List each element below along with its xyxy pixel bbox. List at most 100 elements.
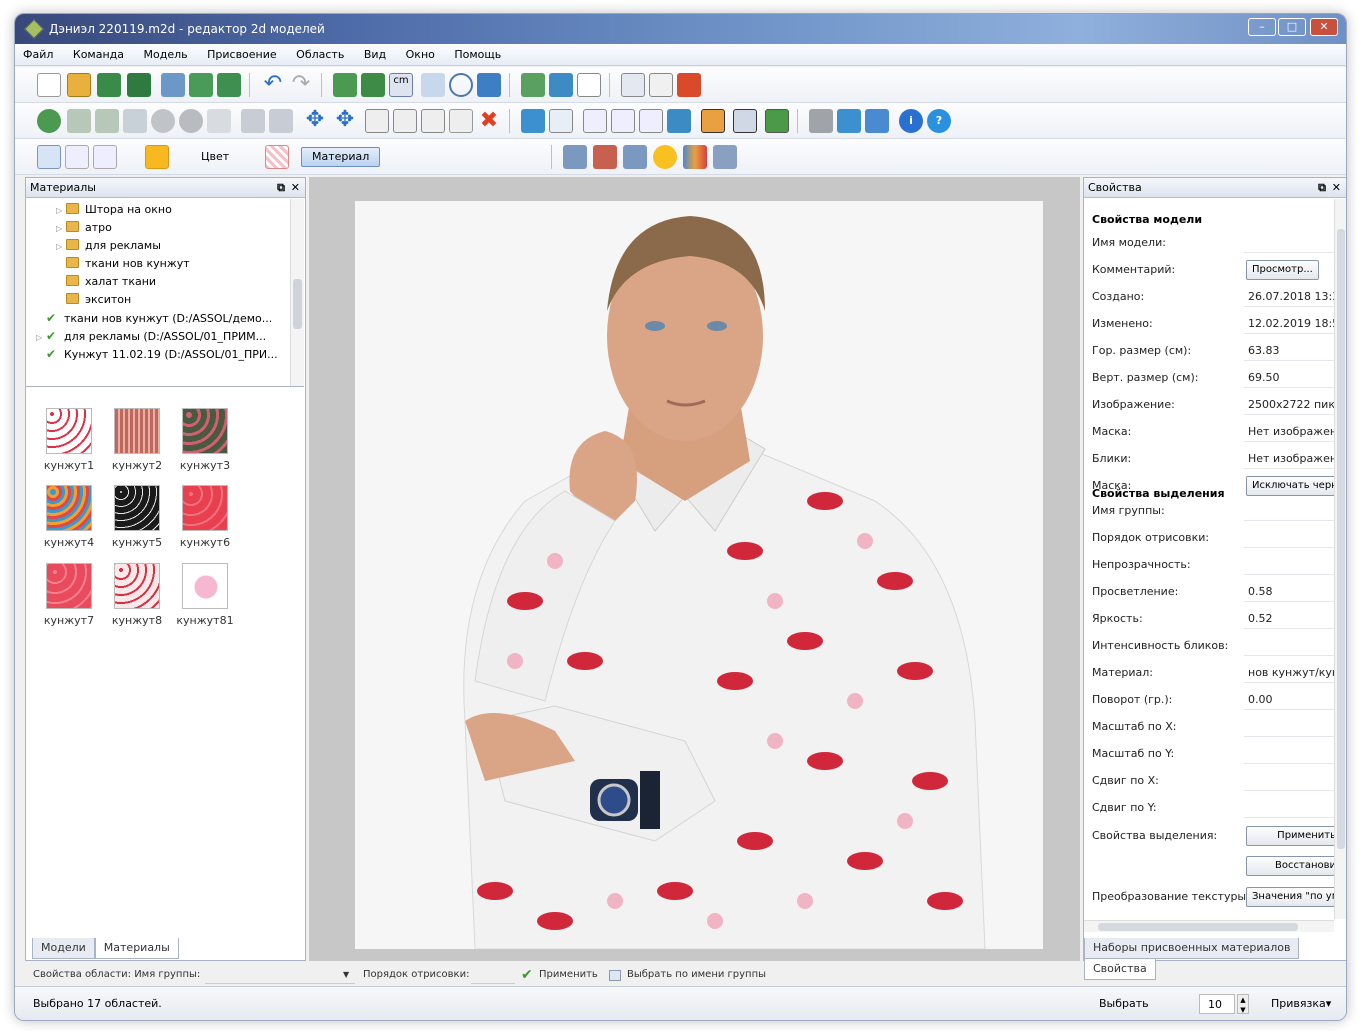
cube-icon[interactable]	[865, 109, 889, 133]
layer-target-icon[interactable]	[733, 109, 757, 133]
clipboard-icon[interactable]	[649, 73, 673, 97]
prop-value[interactable]: 63.83	[1244, 340, 1344, 361]
prop-button[interactable]: Исключать черно	[1246, 476, 1342, 496]
select-button[interactable]: Выбрать	[1099, 987, 1149, 1020]
dropdown-arrow-icon[interactable]: ▼	[343, 962, 349, 988]
prop-button[interactable]: Просмотр...	[1246, 260, 1319, 280]
page-copy-icon[interactable]	[611, 109, 635, 133]
prop-value[interactable]: 2500x2722 пикс.	[1244, 394, 1344, 415]
fit-icon[interactable]	[333, 73, 357, 97]
grid-icon[interactable]	[207, 109, 231, 133]
properties-scroll-thumb[interactable]	[1337, 229, 1345, 849]
color-label[interactable]: Цвет	[201, 139, 229, 175]
swatch-kunzhut5[interactable]	[114, 485, 160, 531]
expand-arrow-icon[interactable]: ▷	[36, 329, 46, 347]
tree-folder[interactable]: ▷ атро	[56, 219, 112, 237]
material-settings-icon[interactable]	[713, 145, 737, 169]
tree-folder[interactable]: ▷ для рекламы	[56, 237, 161, 255]
pointer-icon[interactable]	[577, 73, 601, 97]
prop-value[interactable]: 0.00	[1244, 689, 1344, 710]
pin-icon[interactable]: ⧉	[277, 178, 285, 198]
palette-icon[interactable]	[701, 109, 725, 133]
import-layers-icon[interactable]	[217, 73, 241, 97]
properties-vscroll[interactable]	[1334, 199, 1346, 919]
prop-value[interactable]: 12.02.2019 18:57:	[1244, 313, 1344, 334]
green-window-icon[interactable]	[765, 109, 789, 133]
cm-ruler-icon[interactable]: cm	[389, 73, 413, 97]
envelope-icon[interactable]	[449, 109, 473, 133]
gradient-icon[interactable]	[683, 145, 707, 169]
tree-library[interactable]: ▷ ✔ для рекламы (D:/ASSOL/01_ПРИМ...	[36, 327, 266, 345]
restore-button[interactable]: Восстанови	[1246, 856, 1342, 876]
bottom-apply-button[interactable]: Применить	[539, 962, 598, 988]
delete-doc-icon[interactable]	[677, 73, 701, 97]
color-swatch[interactable]	[145, 145, 169, 169]
menu-view[interactable]: Вид	[356, 44, 394, 66]
draw-order-input[interactable]	[471, 966, 515, 984]
material-pattern-icon[interactable]	[265, 145, 289, 169]
delete-icon[interactable]: ✖	[477, 109, 501, 133]
export-icon[interactable]	[161, 73, 185, 97]
tree-scroll-thumb[interactable]	[293, 279, 302, 329]
gear-icon[interactable]	[151, 109, 175, 133]
swatch-kunzhut6[interactable]	[182, 485, 228, 531]
prop-value[interactable]	[1244, 527, 1344, 548]
save-as-icon[interactable]	[127, 73, 151, 97]
swatch-kunzhut8[interactable]	[114, 563, 160, 609]
tree-library[interactable]: ✔ ткани нов кунжут (D:/ASSOL/демо...	[46, 309, 272, 327]
properties-hscroll[interactable]	[1084, 920, 1334, 932]
apply-button[interactable]: Применить	[1246, 826, 1342, 846]
prop-value[interactable]: Нет изображения	[1244, 421, 1344, 442]
expand-arrow-icon[interactable]: ▷	[56, 220, 66, 238]
copy-page-icon[interactable]	[365, 109, 389, 133]
move-icon[interactable]: ✥	[303, 109, 327, 133]
shirt-icon[interactable]	[521, 109, 545, 133]
add-node-icon[interactable]	[95, 109, 119, 133]
tab-models[interactable]: Модели	[32, 938, 95, 959]
prop-value[interactable]	[1244, 797, 1344, 818]
prop-value[interactable]	[1244, 770, 1344, 791]
move-blue-icon[interactable]: ✥	[333, 109, 357, 133]
menu-file[interactable]: Файл	[15, 44, 61, 66]
stack2-icon[interactable]	[269, 109, 293, 133]
prop-value[interactable]	[1244, 635, 1344, 656]
swatch-kunzhut2[interactable]	[114, 408, 160, 454]
light-icon[interactable]	[653, 145, 677, 169]
tree-folder[interactable]: ▷ Штора на окно	[56, 201, 172, 219]
add-area-icon[interactable]	[37, 109, 61, 133]
number-input[interactable]: 10	[1199, 994, 1235, 1014]
select-by-name-button[interactable]: Выбрать по имени группы	[627, 962, 766, 988]
tab-materials[interactable]: Материалы	[94, 938, 179, 959]
prop-value[interactable]: 26.07.2018 13:30:	[1244, 286, 1344, 307]
snap-dropdown[interactable]: Привязка▾	[1271, 987, 1331, 1020]
swatch-kunzhut7[interactable]	[46, 563, 92, 609]
grid-mode-icon[interactable]	[93, 145, 117, 169]
undo-icon[interactable]: ↶	[261, 73, 285, 97]
prop-value[interactable]	[1244, 232, 1344, 253]
minimize-button[interactable]: –	[1248, 18, 1276, 36]
stack-icon[interactable]	[241, 109, 265, 133]
mesh-icon[interactable]	[809, 109, 833, 133]
page-icon[interactable]	[583, 109, 607, 133]
pin-icon[interactable]: ⧉	[1318, 178, 1326, 198]
save-icon[interactable]	[97, 73, 121, 97]
page-add-icon[interactable]	[639, 109, 663, 133]
close-pane-icon[interactable]: ✕	[291, 178, 300, 198]
paste-icon[interactable]	[393, 109, 417, 133]
stepper-icon[interactable]: ▲ ▼	[1237, 994, 1249, 1014]
add-point-icon[interactable]	[67, 109, 91, 133]
menu-assign[interactable]: Присвоение	[199, 44, 285, 66]
texture-dropdown[interactable]: Значения "по умол	[1246, 887, 1342, 907]
menu-command[interactable]: Команда	[65, 44, 132, 66]
check-mode-icon[interactable]	[65, 145, 89, 169]
tree-folder[interactable]: халат ткани	[66, 273, 156, 291]
swatch-kunzhut81[interactable]	[182, 563, 228, 609]
refresh-material-icon[interactable]	[623, 145, 647, 169]
model-image[interactable]	[355, 201, 1043, 949]
tree-library[interactable]: ✔ Кунжут 11.02.19 (D:/ASSOL/01_ПРИ...	[46, 345, 278, 363]
expand-arrow-icon[interactable]: ▷	[56, 202, 66, 220]
swatch-kunzhut4[interactable]	[46, 485, 92, 531]
edit-node-icon[interactable]	[123, 109, 147, 133]
swatch-kunzhut1[interactable]	[46, 408, 92, 454]
prop-value[interactable]: Нет изображения	[1244, 448, 1344, 469]
